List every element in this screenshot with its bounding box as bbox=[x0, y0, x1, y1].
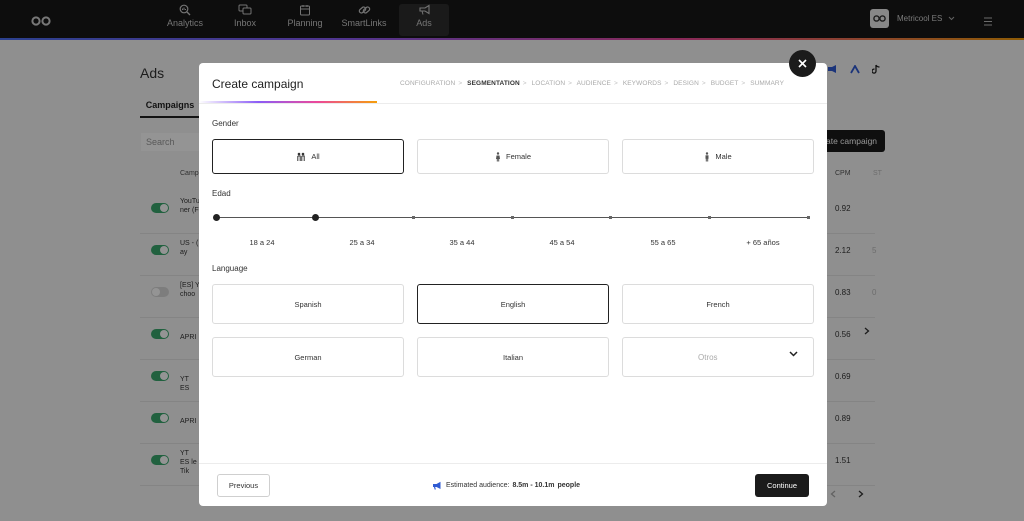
age-slider-tick bbox=[708, 216, 711, 219]
modal-footer: Previous Estimated audience: 8.5m - 10.1… bbox=[199, 463, 827, 506]
language-label: Language bbox=[212, 264, 248, 273]
language-option-spanish[interactable]: Spanish bbox=[212, 284, 404, 324]
language-option-italian[interactable]: Italian bbox=[417, 337, 609, 377]
age-slider-tick bbox=[609, 216, 612, 219]
gender-option-female[interactable]: Female bbox=[417, 139, 609, 174]
estimated-audience-unit: people bbox=[557, 482, 581, 489]
other-languages-select[interactable]: Otros bbox=[622, 337, 814, 377]
step-configuration[interactable]: CONFIGURATION bbox=[400, 80, 455, 87]
step-design[interactable]: DESIGN bbox=[673, 80, 699, 87]
age-range-label[interactable]: 45 a 54 bbox=[532, 238, 592, 247]
megaphone-icon bbox=[433, 481, 441, 490]
age-label: Edad bbox=[212, 189, 231, 198]
close-icon bbox=[798, 59, 807, 68]
age-range-label[interactable]: 35 a 44 bbox=[432, 238, 492, 247]
age-range-label[interactable]: 55 a 65 bbox=[633, 238, 693, 247]
all-genders-icon bbox=[297, 152, 306, 161]
male-icon bbox=[705, 151, 709, 161]
continue-button[interactable]: Continue bbox=[755, 474, 809, 497]
age-slider-handle-min[interactable] bbox=[213, 214, 220, 221]
wizard-steps: CONFIGURATION > SEGMENTATION > LOCATION > A… bbox=[400, 80, 785, 87]
step-summary[interactable]: SUMMARY bbox=[750, 80, 784, 87]
create-campaign-modal: Create campaign CONFIGURATION > SEGMENTAT… bbox=[199, 63, 827, 506]
gender-option-male[interactable]: Male bbox=[622, 139, 814, 174]
modal-header: Create campaign CONFIGURATION > SEGMENTAT… bbox=[199, 63, 827, 104]
close-modal-button[interactable] bbox=[789, 50, 816, 77]
step-segmentation[interactable]: SEGMENTATION bbox=[467, 80, 520, 87]
step-keywords[interactable]: KEYWORDS bbox=[623, 80, 662, 87]
age-slider-handle-max[interactable] bbox=[312, 214, 319, 221]
gender-label: Gender bbox=[212, 119, 239, 128]
gender-option-all[interactable]: All bbox=[212, 139, 404, 174]
other-languages-placeholder: Otros bbox=[698, 352, 718, 362]
age-range-label[interactable]: 25 a 34 bbox=[332, 238, 392, 247]
estimated-audience-value: 8.5m - 10.1m bbox=[512, 482, 555, 489]
language-option-french[interactable]: French bbox=[622, 284, 814, 324]
language-option-english[interactable]: English bbox=[417, 284, 609, 324]
step-audience[interactable]: AUDIENCE bbox=[577, 80, 611, 87]
modal-title: Create campaign bbox=[212, 77, 304, 91]
title-gradient-underline bbox=[199, 101, 377, 103]
previous-button[interactable]: Previous bbox=[217, 474, 270, 497]
age-slider-tick bbox=[412, 216, 415, 219]
age-slider-tick bbox=[511, 216, 514, 219]
chevron-down-icon bbox=[789, 351, 798, 357]
gender-option-label: Female bbox=[505, 152, 531, 161]
language-option-german[interactable]: German bbox=[212, 337, 404, 377]
step-budget[interactable]: BUDGET bbox=[711, 80, 739, 87]
estimated-audience: Estimated audience: 8.5m - 10.1m people bbox=[432, 481, 580, 490]
gender-option-label: Male bbox=[715, 152, 732, 161]
step-location[interactable]: LOCATION bbox=[532, 80, 566, 87]
gender-option-label: All bbox=[311, 152, 320, 161]
age-slider-tick bbox=[807, 216, 810, 219]
age-range-label[interactable]: + 65 años bbox=[733, 238, 793, 247]
female-icon bbox=[495, 151, 500, 161]
age-range-label[interactable]: 18 a 24 bbox=[232, 238, 292, 247]
estimated-audience-label: Estimated audience: bbox=[446, 482, 510, 489]
